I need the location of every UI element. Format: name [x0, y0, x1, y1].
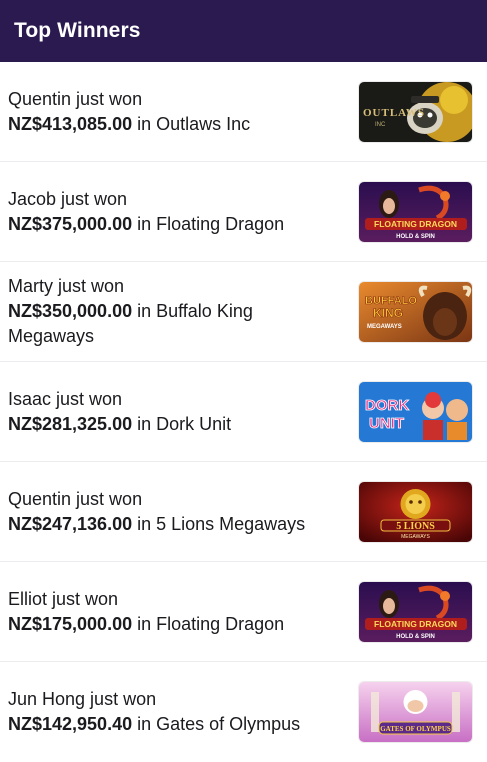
winner-row[interactable]: Quentin just won NZ$413,085.00 in Outlaw… — [0, 62, 487, 162]
winner-row[interactable]: Jun Hong just won NZ$142,950.40 in Gates… — [0, 662, 487, 762]
winners-list: Quentin just won NZ$413,085.00 in Outlaw… — [0, 62, 487, 762]
floating-dragon-art: FLOATING DRAGON HOLD & SPIN — [359, 581, 472, 642]
svg-text:INC: INC — [375, 122, 386, 128]
winner-text: Jacob just won NZ$375,000.00 in Floating… — [8, 187, 284, 237]
win-game: in Gates of Olympus — [132, 714, 301, 734]
winner-row[interactable]: Marty just won NZ$350,000.00 in Buffalo … — [0, 262, 487, 362]
svg-text:OUTLAWS: OUTLAWS — [363, 107, 425, 119]
page-title: Top Winners — [14, 19, 141, 42]
svg-text:HOLD & SPIN: HOLD & SPIN — [396, 234, 435, 240]
outlaws-inc-art: OUTLAWS INC — [359, 81, 472, 142]
top-winners-header: Top Winners — [0, 0, 487, 62]
winner-name-line: Elliot just won — [8, 588, 119, 609]
win-amount: NZ$142,950.40 — [8, 714, 133, 734]
buffalo-king-art: BUFFALO KING MEGAWAYS — [359, 281, 472, 342]
winner-row[interactable]: Quentin just won NZ$247,136.00 in 5 Lion… — [0, 462, 487, 562]
5-lions-game-icon[interactable]: 5 LIONS MEGAWAYS — [359, 481, 472, 542]
winner-name-line: Quentin just won — [8, 488, 143, 509]
win-game: in 5 Lions Megaways — [132, 513, 306, 534]
winner-text: Elliot just won NZ$175,000.00 in Floatin… — [8, 587, 284, 637]
winner-text: Marty just won NZ$350,000.00 in Buffalo … — [8, 274, 343, 349]
svg-text:FLOATING DRAGON: FLOATING DRAGON — [374, 619, 457, 629]
win-amount: NZ$175,000.00 — [8, 613, 133, 634]
win-game: in Outlaws Inc — [132, 113, 251, 134]
win-amount: NZ$375,000.00 — [8, 213, 133, 234]
winner-name-line: Jacob just won — [8, 188, 128, 209]
svg-text:GATES OF OLYMPUS: GATES OF OLYMPUS — [380, 725, 451, 733]
winner-text: Quentin just won NZ$413,085.00 in Outlaw… — [8, 87, 250, 137]
win-game: in Floating Dragon — [132, 613, 285, 634]
winner-text: Quentin just won NZ$247,136.00 in 5 Lion… — [8, 487, 305, 537]
gates-of-olympus-art: GATES OF OLYMPUS — [359, 682, 472, 742]
svg-text:UNIT: UNIT — [369, 415, 404, 432]
svg-text:DORK: DORK — [365, 397, 409, 414]
dork-unit-art: DORK UNIT — [359, 381, 472, 442]
svg-text:KING: KING — [373, 306, 403, 320]
floating-dragon-art: FLOATING DRAGON HOLD & SPIN — [359, 181, 472, 242]
winner-name-line: Jun Hong just won — [8, 689, 157, 709]
winner-row[interactable]: Elliot just won NZ$175,000.00 in Floatin… — [0, 562, 487, 662]
winner-row[interactable]: Jacob just won NZ$375,000.00 in Floating… — [0, 162, 487, 262]
winner-name-line: Marty just won — [8, 276, 125, 296]
svg-text:5 LIONS: 5 LIONS — [396, 521, 435, 532]
winner-text: Jun Hong just won NZ$142,950.40 in Gates… — [8, 687, 300, 737]
win-game: in Dork Unit — [132, 413, 232, 434]
win-amount: NZ$413,085.00 — [8, 113, 133, 134]
svg-text:MEGAWAYS: MEGAWAYS — [401, 534, 430, 540]
outlaws-inc-game-icon[interactable]: OUTLAWS INC — [359, 81, 472, 142]
dork-unit-game-icon[interactable]: DORK UNIT — [359, 381, 472, 442]
win-amount: NZ$350,000.00 — [8, 301, 133, 321]
gates-of-olympus-game-icon[interactable]: GATES OF OLYMPUS — [359, 682, 472, 742]
winner-name-line: Isaac just won — [8, 388, 123, 409]
winner-row[interactable]: Isaac just won NZ$281,325.00 in Dork Uni… — [0, 362, 487, 462]
floating-dragon-game-icon[interactable]: FLOATING DRAGON HOLD & SPIN — [359, 181, 472, 242]
svg-text:MEGAWAYS: MEGAWAYS — [367, 324, 402, 330]
5-lions-art: 5 LIONS MEGAWAYS — [359, 481, 472, 542]
svg-text:FLOATING DRAGON: FLOATING DRAGON — [374, 219, 457, 229]
win-game: in Floating Dragon — [132, 213, 285, 234]
win-amount: NZ$247,136.00 — [8, 513, 133, 534]
winner-text: Isaac just won NZ$281,325.00 in Dork Uni… — [8, 387, 231, 437]
win-amount: NZ$281,325.00 — [8, 413, 133, 434]
floating-dragon-game-icon[interactable]: FLOATING DRAGON HOLD & SPIN — [359, 581, 472, 642]
winner-name-line: Quentin just won — [8, 88, 143, 109]
svg-text:HOLD & SPIN: HOLD & SPIN — [396, 634, 435, 640]
buffalo-king-game-icon[interactable]: BUFFALO KING MEGAWAYS — [359, 281, 472, 342]
